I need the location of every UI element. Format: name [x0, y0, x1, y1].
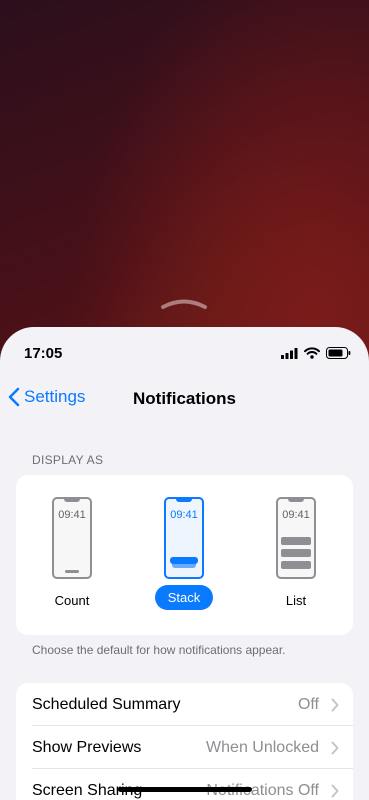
display-as-header: DISPLAY AS: [32, 453, 104, 467]
row-scheduled-summary[interactable]: Scheduled Summary Off: [16, 683, 353, 726]
status-icons: [281, 347, 351, 359]
phone-clock: 09:41: [282, 509, 310, 521]
display-option-list[interactable]: 09:41 List: [256, 497, 336, 608]
status-time: 17:05: [24, 345, 63, 362]
row-label: Show Previews: [32, 739, 142, 756]
row-value: Off: [297, 696, 319, 713]
notifications-settings-sheet: 17:05 Settings Notifications DISPLAY AS …: [0, 327, 369, 800]
row-show-previews[interactable]: Show Previews When Unlocked: [16, 726, 353, 769]
row-value: When Unlocked: [206, 739, 319, 756]
option-label-stack: Stack: [154, 585, 214, 610]
chevron-right-icon: [331, 741, 339, 755]
home-indicator[interactable]: [118, 787, 252, 792]
chevron-right-icon: [331, 784, 339, 798]
option-label-list: List: [285, 593, 307, 608]
navigation-bar: Settings Notifications: [0, 379, 369, 419]
chevron-right-icon: [331, 698, 339, 712]
phone-clock: 09:41: [170, 509, 198, 521]
cellular-signal-icon: [281, 347, 298, 359]
settings-list: Scheduled Summary Off Show Previews When…: [16, 683, 353, 800]
row-screen-sharing[interactable]: Screen Sharing Notifications Off: [16, 769, 353, 800]
display-as-footer: Choose the default for how notifications…: [32, 643, 286, 657]
status-bar: 17:05: [0, 327, 369, 375]
list-phone-icon: 09:41: [276, 497, 316, 579]
chevron-up-icon[interactable]: [159, 296, 209, 310]
wifi-icon: [304, 347, 320, 359]
stack-phone-icon: 09:41: [164, 497, 204, 579]
row-label: Scheduled Summary: [32, 696, 181, 713]
count-phone-icon: 09:41: [52, 497, 92, 579]
battery-icon: [326, 347, 351, 359]
display-option-stack[interactable]: 09:41 Stack: [144, 497, 224, 610]
display-option-count[interactable]: 09:41 Count: [32, 497, 112, 608]
display-as-card: 09:41 Count 09:41 Stack 09:41 List: [16, 475, 353, 635]
option-label-count: Count: [54, 593, 90, 608]
page-title: Notifications: [133, 389, 236, 408]
phone-clock: 09:41: [58, 509, 86, 521]
